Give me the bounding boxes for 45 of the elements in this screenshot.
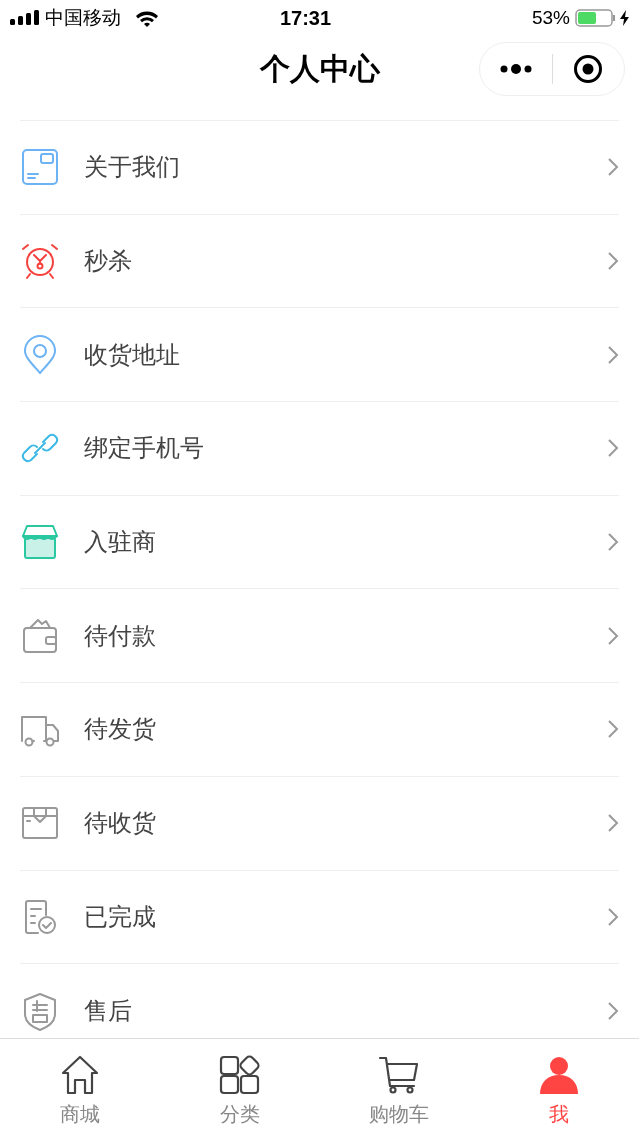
more-icon	[498, 63, 533, 75]
charging-icon	[620, 10, 629, 26]
menu-item[interactable]: 待收货	[20, 776, 619, 871]
status-time: 17:31	[279, 6, 332, 31]
chevron-icon	[607, 1000, 619, 1021]
menu-item[interactable]: 绑定手机号	[20, 402, 619, 496]
chevron-icon	[607, 344, 619, 365]
menu-label: 已完成	[84, 901, 157, 932]
target-icon	[573, 54, 604, 84]
menu-label: 收货地址	[84, 339, 181, 370]
menu-label: 待收货	[84, 808, 157, 839]
menu-item[interactable]: 待发货	[20, 683, 619, 777]
menu-item[interactable]: 收货地址	[20, 308, 619, 403]
signal-icon	[10, 10, 40, 26]
chevron-icon	[607, 532, 619, 553]
menu-item[interactable]: 已完成	[20, 870, 619, 965]
battery-icon	[575, 9, 617, 27]
menu-label: 关于我们	[84, 152, 181, 183]
menu-label: 秒杀	[84, 246, 133, 277]
menu-label: 售后	[84, 995, 133, 1026]
chevron-icon	[607, 438, 619, 459]
chevron-icon	[607, 719, 619, 740]
chevron-icon	[607, 906, 619, 927]
tab-item[interactable]: 商城	[0, 1039, 160, 1136]
chevron-icon	[607, 625, 619, 646]
chevron-icon	[607, 251, 619, 272]
grid-icon	[218, 1055, 261, 1095]
user-icon	[538, 1055, 581, 1095]
carrier-name: 中国移动	[45, 5, 121, 30]
menu-item[interactable]: 秒杀	[20, 214, 619, 309]
menu-label: 待发货	[84, 714, 157, 745]
battery-percentage: 53%	[531, 5, 570, 30]
menu-label: 入驻商	[84, 527, 157, 558]
wifi-icon	[135, 9, 159, 27]
chevron-icon	[607, 813, 619, 834]
menu-item[interactable]: 待付款	[20, 589, 619, 684]
menu-label: 绑定手机号	[84, 433, 205, 464]
tab-item[interactable]: 购物车	[319, 1039, 480, 1136]
menu-item[interactable]: 关于我们	[20, 121, 619, 215]
menu-item[interactable]: 入驻商	[20, 495, 619, 590]
chevron-icon	[607, 157, 619, 178]
cart-icon	[378, 1055, 421, 1095]
page-title: 个人中心	[259, 50, 380, 87]
tab-item[interactable]: 分类	[159, 1039, 320, 1136]
menu-label: 待付款	[84, 620, 157, 651]
